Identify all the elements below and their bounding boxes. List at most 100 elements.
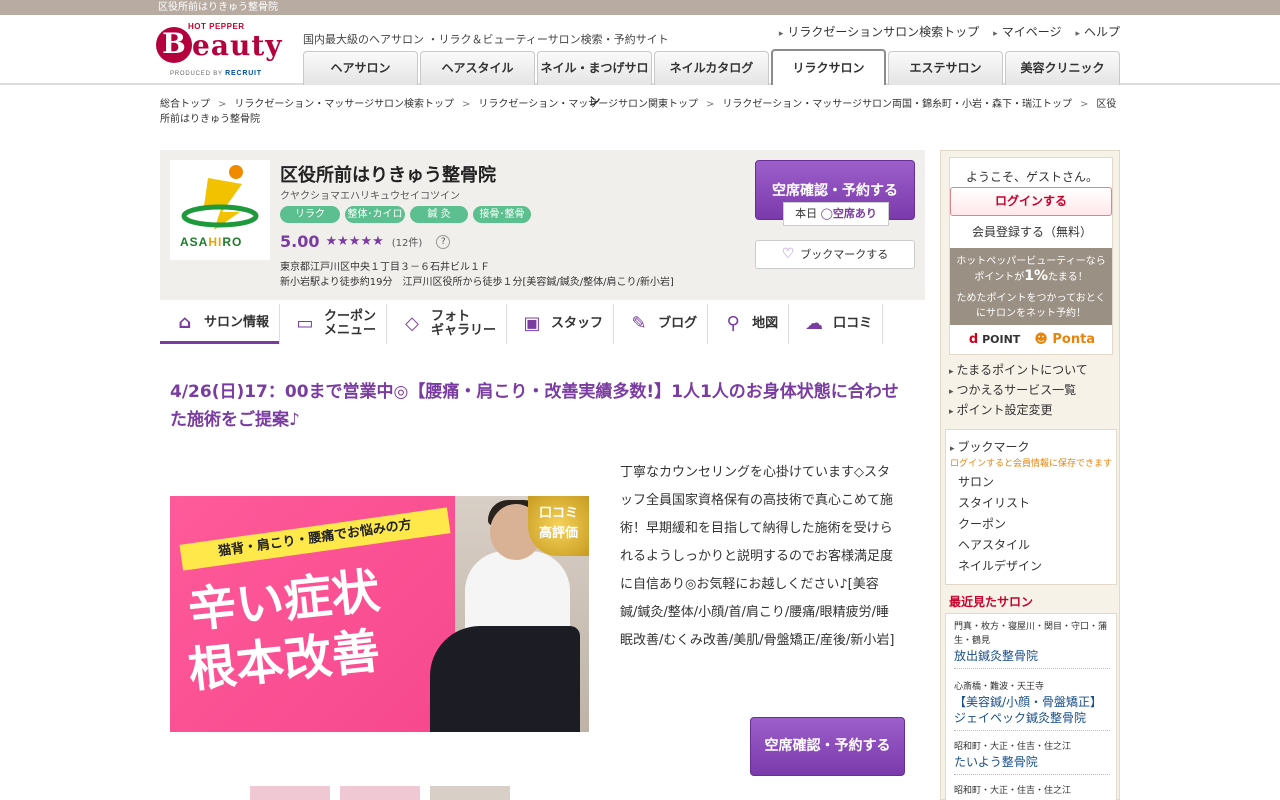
tag-seitai: 整体･カイロ	[345, 206, 405, 223]
bookmark-note: ログインすると会員情報に保存できます	[950, 459, 1113, 469]
salon-subnav: ⌂ サロン情報 ▭ クーポン メニュー ◇ フォト ギャラリー ▣ スタッフ ✎ ブログ …	[160, 304, 884, 344]
link-point-services[interactable]: つかえるサービス一覧	[957, 383, 1077, 397]
photo-thumbnail[interactable]	[250, 786, 330, 800]
tab-nail-eyelash[interactable]: ネイル・まつげサロン	[537, 51, 652, 108]
coupon-icon: ▭	[296, 313, 314, 334]
staff-icon: ▣	[523, 313, 541, 334]
salon-logo: ASAHIRO	[170, 160, 270, 260]
subnav-blog[interactable]: ✎ ブログ	[613, 304, 707, 344]
point-promo-box: ホットペッパービューティーなら ポイントが1%たまる！ ためたポイントをつかって…	[950, 248, 1112, 325]
header-link-relax-top[interactable]: リラクゼーションサロン検索トップ	[779, 23, 979, 40]
point-links: たまるポイントについて つかえるサービス一覧 ポイント設定変更	[949, 361, 1088, 421]
tag-sekkotsu: 接骨･整骨	[473, 206, 531, 223]
image-review-badge: 口コミ 高評価	[528, 496, 589, 556]
home-icon: ⌂	[178, 311, 192, 333]
subnav-map[interactable]: ⚲ 地図	[707, 304, 788, 344]
recent-salon-link[interactable]: たいよう整骨院	[954, 755, 1038, 769]
top-strip: 区役所前はりきゅう整骨院	[0, 0, 1280, 15]
photo-thumbnails	[250, 786, 510, 800]
subnav-reviews[interactable]: ☁ 口コミ	[788, 304, 884, 344]
recent-salons-box: 門真・枚方・寝屋川・関目・守口・蒲生・鶴見 放出鍼灸整骨院 心斎橋・難波・天王寺…	[945, 613, 1117, 800]
hotpepper-beauty-logo[interactable]: HOT PEPPER B eauty PRODUCED BY RECRUIT	[156, 22, 286, 80]
site-header: HOT PEPPER B eauty PRODUCED BY RECRUIT 国…	[0, 15, 1280, 108]
subnav-coupon-menu[interactable]: ▭ クーポン メニュー	[279, 304, 386, 344]
tab-relax-salon[interactable]: リラクサロン	[771, 49, 886, 85]
tab-hair-salon[interactable]: ヘアサロン	[303, 51, 418, 85]
heart-icon: ♡	[781, 246, 795, 262]
site-tagline: 国内最大級のヘアサロン ・リラク＆ビューティーサロン検索・予約サイト	[303, 33, 669, 46]
salon-description: 丁寧なカウンセリングを心掛けています◇スタッフ全員国家資格保有の高技術で真心こめ…	[620, 465, 895, 648]
rating-stars-icon: ★★★★★	[325, 234, 384, 249]
header-link-mypage[interactable]: マイページ	[993, 23, 1062, 40]
recent-salons-title: 最近見たサロン	[949, 595, 1034, 609]
list-item: 昭和町・大正・住吉・住之江	[954, 786, 1072, 796]
salon-category-tags: リラク 整体･カイロ 鍼 灸 接骨･整骨	[280, 206, 531, 223]
ponta-logo: ☻ Ponta	[1034, 332, 1096, 347]
salon-catch-copy: 4/26(日)17：00まで営業中◎【腰痛・肩こり・改善実績多数!】1人1人のお…	[170, 382, 899, 430]
tab-nail-catalog[interactable]: ネイルカタログ	[654, 51, 769, 85]
welcome-text: ようこそ、ゲストさん。	[965, 170, 1098, 184]
bookmark-item-hairstyle[interactable]: ヘアスタイル	[958, 538, 1030, 552]
salon-address: 東京都江戸川区中央１丁目３－６石井ビル１Ｆ 新小岩駅より徒歩約19分 江戸川区役…	[280, 260, 674, 290]
breadcrumb-item[interactable]: リラクゼーション・マッサージサロン両国・錦糸町・小岩・森下・瑞江トップ	[722, 99, 1072, 110]
tab-beauty-clinic[interactable]: 美容クリニック	[1005, 51, 1120, 85]
dpoint-logo: d POINT	[968, 332, 1021, 347]
subnav-staff[interactable]: ▣ スタッフ	[506, 304, 613, 344]
link-point-settings[interactable]: ポイント設定変更	[957, 403, 1053, 417]
today-availability-badge: 本日 ◯空席あり	[783, 202, 889, 226]
bookmark-button[interactable]: ♡ ブックマークする	[755, 240, 915, 269]
logo-b-circle: B	[156, 27, 192, 63]
review-count-link[interactable]: (12件)	[392, 234, 423, 249]
photo-thumbnail[interactable]	[430, 786, 510, 800]
pen-icon: ✎	[631, 313, 647, 334]
salon-main-image: 猫背・肩こり・腰痛でお悩みの方 辛い症状 根本改善 口コミ 高評価	[170, 496, 589, 732]
right-sidebar: ようこそ、ゲストさん。 ログインする 会員登録する（無料） ホットペッパービュー…	[940, 150, 1120, 800]
salon-logo-wordmark: ASAHIRO	[180, 235, 243, 249]
recent-salon-link[interactable]: 放出鍼灸整骨院	[954, 649, 1038, 663]
subnav-photo-gallery[interactable]: ◇ フォト ギャラリー	[386, 304, 506, 344]
category-tabs: ヘアサロン ヘアスタイル ネイル・まつげサロン ネイルカタログ リラクサロン エ…	[303, 49, 1120, 108]
register-link[interactable]: 会員登録する（無料）	[950, 223, 1114, 240]
bookmark-items: サロン スタイリスト クーポン ヘアスタイル ネイルデザイン	[958, 472, 1042, 577]
bookmark-item-coupon[interactable]: クーポン	[958, 517, 1006, 531]
top-strip-title: 区役所前はりきゅう整骨院	[158, 2, 278, 13]
bookmark-item-nail[interactable]: ネイルデザイン	[958, 559, 1042, 573]
bookmark-item-salon[interactable]: サロン	[958, 475, 994, 489]
pin-icon: ⚲	[726, 313, 740, 334]
header-link-help[interactable]: ヘルプ	[1075, 23, 1120, 40]
help-icon[interactable]: ?	[436, 234, 451, 249]
breadcrumb-item[interactable]: リラクゼーション・マッサージサロン検索トップ	[234, 99, 454, 110]
welcome-box: ようこそ、ゲストさん。 ログインする 会員登録する（無料） ホットペッパービュー…	[949, 157, 1113, 355]
photo-icon: ◇	[405, 313, 419, 334]
breadcrumb-item[interactable]: 総合トップ	[160, 99, 210, 110]
point-logos: d POINT ☻ Ponta	[950, 332, 1114, 347]
breadcrumb: 総合トップ > リラクゼーション・マッサージサロン検索トップ > リラクゼーション・マッ…	[160, 99, 1117, 125]
tab-hair-style[interactable]: ヘアスタイル	[420, 51, 535, 85]
subnav-salon-info[interactable]: ⌂ サロン情報	[160, 304, 280, 344]
breadcrumb-item[interactable]: リラクゼーション・マッサージサロン関東トップ	[478, 99, 698, 110]
tag-relax: リラク	[280, 206, 340, 223]
bookmark-box: ブックマーク ログインすると会員情報に保存できます サロン スタイリスト クーポ…	[945, 429, 1117, 585]
list-item: 昭和町・大正・住吉・住之江 たいよう整骨院	[954, 740, 1110, 775]
salon-name-kana: クヤクショマエハリキュウセイコツイン	[280, 191, 460, 202]
tab-esthetic-salon[interactable]: エステサロン	[888, 51, 1003, 85]
login-button[interactable]: ログインする	[950, 187, 1112, 216]
photo-thumbnail[interactable]	[340, 786, 420, 800]
tag-shinkyu: 鍼 灸	[410, 206, 468, 223]
salon-name: 区役所前はりきゅう整骨院	[280, 165, 496, 186]
access-text: 新小岩駅より徒歩約19分 江戸川区役所から徒歩１分[美容鍼/鍼灸/整体/肩こり/…	[280, 277, 674, 288]
link-point-about[interactable]: たまるポイントについて	[957, 363, 1088, 377]
bookmark-title-link[interactable]: ブックマーク	[950, 438, 1030, 455]
rating-score: 5.00	[280, 232, 320, 251]
address-text: 東京都江戸川区中央１丁目３－６石井ビル１Ｆ	[280, 262, 490, 273]
list-item: 心斎橋・難波・天王寺 【美容鍼/小顔・骨盤矯正】ジェイペック鍼灸整骨院	[954, 680, 1110, 731]
reserve-button-secondary[interactable]: 空席確認・予約する	[750, 717, 905, 776]
list-item: 門真・枚方・寝屋川・関目・守口・蒲生・鶴見 放出鍼灸整骨院	[954, 620, 1110, 669]
logo-eauty-text: eauty	[192, 29, 283, 62]
recent-salon-link[interactable]: 【美容鍼/小顔・骨盤矯正】ジェイペック鍼灸整骨院	[954, 695, 1102, 725]
header-links: リラクゼーションサロン検索トップ マイページ ヘルプ	[779, 23, 1120, 40]
logo-produced-by: PRODUCED BY RECRUIT	[170, 70, 262, 77]
bookmark-item-stylist[interactable]: スタイリスト	[958, 496, 1030, 510]
image-ribbon-text: 猫背・肩こり・腰痛でお悩みの方	[179, 507, 451, 571]
chat-icon: ☁	[805, 313, 824, 334]
